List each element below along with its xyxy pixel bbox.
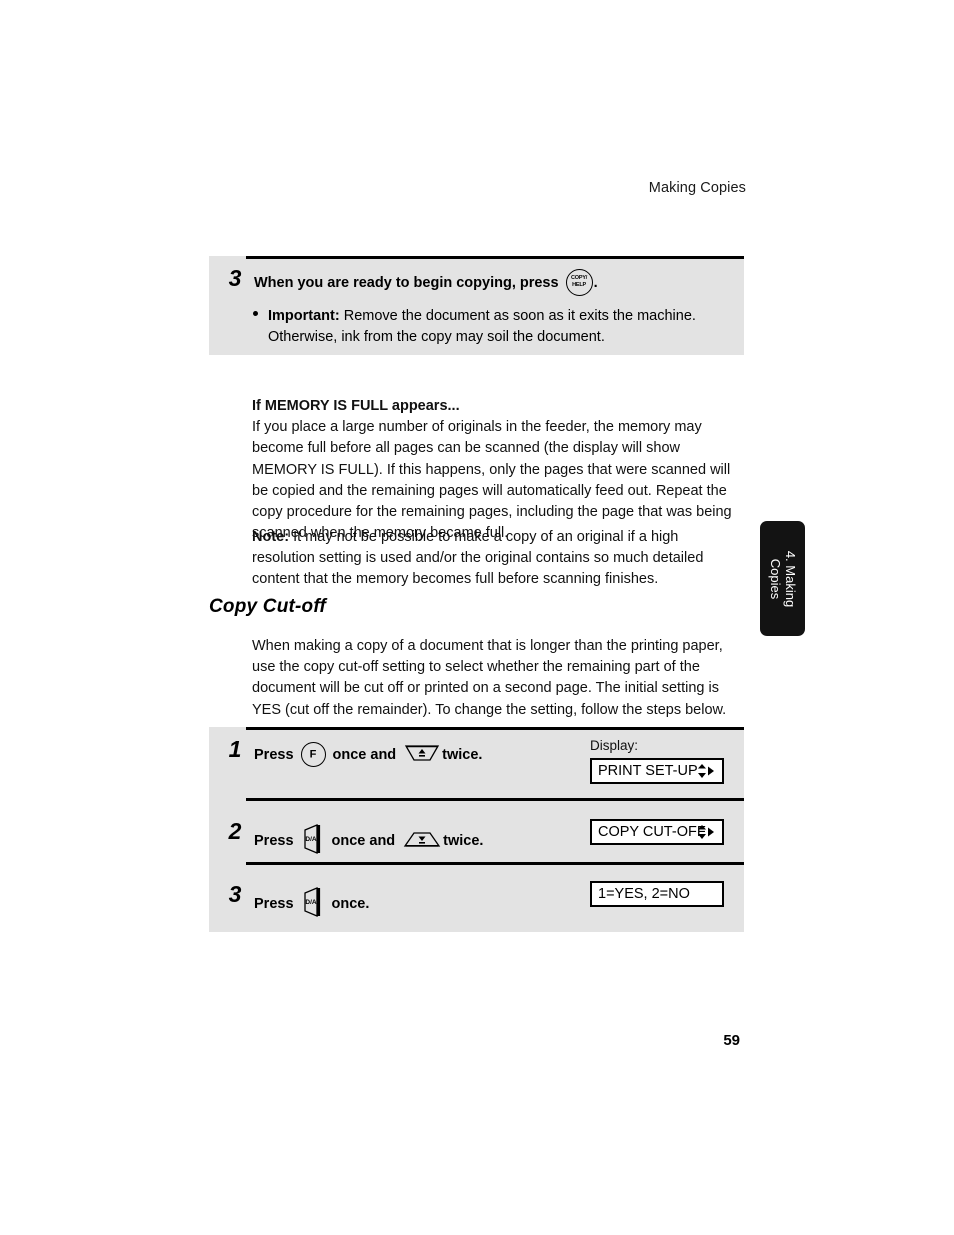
- step-3-end-label: once.: [331, 896, 370, 912]
- step-3-rule: [246, 862, 744, 865]
- step-1-instruction: Press F once and twice.: [254, 742, 482, 767]
- function-key-icon: F: [300, 742, 326, 767]
- chapter-thumb-tab: 4. Making Copies: [760, 521, 805, 636]
- display-updown-arrow-icon-1: [696, 763, 716, 779]
- step-2-mid-label: once and: [331, 833, 396, 849]
- step-3-instruction-text: When you are ready to begin copying, pre…: [254, 274, 559, 291]
- chapter-tab-line1: 4. Making: [782, 550, 798, 607]
- svg-text:D/A: D/A: [305, 836, 317, 843]
- copy-help-key-line1: COPY/: [571, 275, 588, 281]
- panel-top-rule: [246, 256, 744, 259]
- step-2-rule: [246, 798, 744, 801]
- important-label: Important:: [268, 308, 340, 324]
- start-key-icon-2: D/A: [302, 824, 324, 858]
- page-number: 59: [723, 1032, 740, 1049]
- step-2-instruction: Press D/A once and twice.: [254, 824, 483, 858]
- function-key-label: F: [309, 748, 317, 760]
- copy-help-key-icon: COPY/ HELP: [565, 269, 593, 296]
- svg-text:D/A: D/A: [305, 899, 317, 906]
- step-number-2: 2: [228, 818, 242, 844]
- display-value-1: PRINT SET-UP: [598, 762, 698, 779]
- display-readout-2: COPY CUT-OFF: [590, 819, 724, 845]
- bullet-dot-icon: [253, 311, 258, 316]
- display-value-3: 1=YES, 2=NO: [598, 885, 690, 902]
- memory-full-heading: If MEMORY IS FULL appears...: [252, 398, 460, 414]
- display-readout-3: 1=YES, 2=NO: [590, 881, 724, 907]
- chapter-thumb-tab-text: 4. Making Copies: [768, 550, 798, 606]
- step-number-1: 1: [228, 736, 242, 762]
- copy-cutoff-paragraph: When making a copy of a document that is…: [252, 638, 727, 718]
- note-body: It may not be possible to make a copy of…: [252, 529, 704, 588]
- step-1-rule: [246, 727, 744, 730]
- step-2-end-label: twice.: [443, 833, 484, 849]
- running-header: Making Copies: [648, 180, 746, 196]
- memory-full-body: If you place a large number of originals…: [252, 419, 732, 542]
- up-arrow-key-icon: [403, 829, 441, 853]
- chapter-tab-line2: Copies: [767, 558, 783, 599]
- step-number-3-top: 3: [228, 265, 242, 291]
- note-section: Note: It may not be possible to make a c…: [252, 527, 744, 591]
- memory-full-section: If MEMORY IS FULL appears... If you plac…: [252, 396, 744, 544]
- note-label: Note:: [252, 529, 290, 545]
- step-3-instruction-period: .: [593, 274, 598, 291]
- step-3-instruction: When you are ready to begin copying, pre…: [254, 269, 598, 296]
- start-key-icon-3: D/A: [302, 887, 324, 921]
- display-label-1: Display:: [590, 738, 639, 753]
- step-1-press-label: Press: [254, 746, 294, 763]
- display-value-2: COPY CUT-OFF: [598, 823, 706, 840]
- step-number-3-bottom: 3: [228, 881, 242, 907]
- step-2-press-label: Press: [254, 833, 294, 849]
- display-readout-1: PRINT SET-UP: [590, 758, 724, 784]
- step-3-press-label: Press: [254, 896, 294, 912]
- section-title-copy-cutoff: Copy Cut-off: [209, 596, 327, 617]
- step-3-bottom-instruction: Press D/A once.: [254, 887, 369, 921]
- important-bullet: Important: Remove the document as soon a…: [253, 306, 713, 348]
- copy-help-key-line2: HELP: [572, 282, 587, 288]
- step-1-mid-label: once and: [332, 746, 397, 763]
- step-1-end-label: twice.: [442, 746, 483, 763]
- down-arrow-key-icon: [404, 743, 440, 767]
- display-updown-arrow-icon-2: [696, 824, 716, 840]
